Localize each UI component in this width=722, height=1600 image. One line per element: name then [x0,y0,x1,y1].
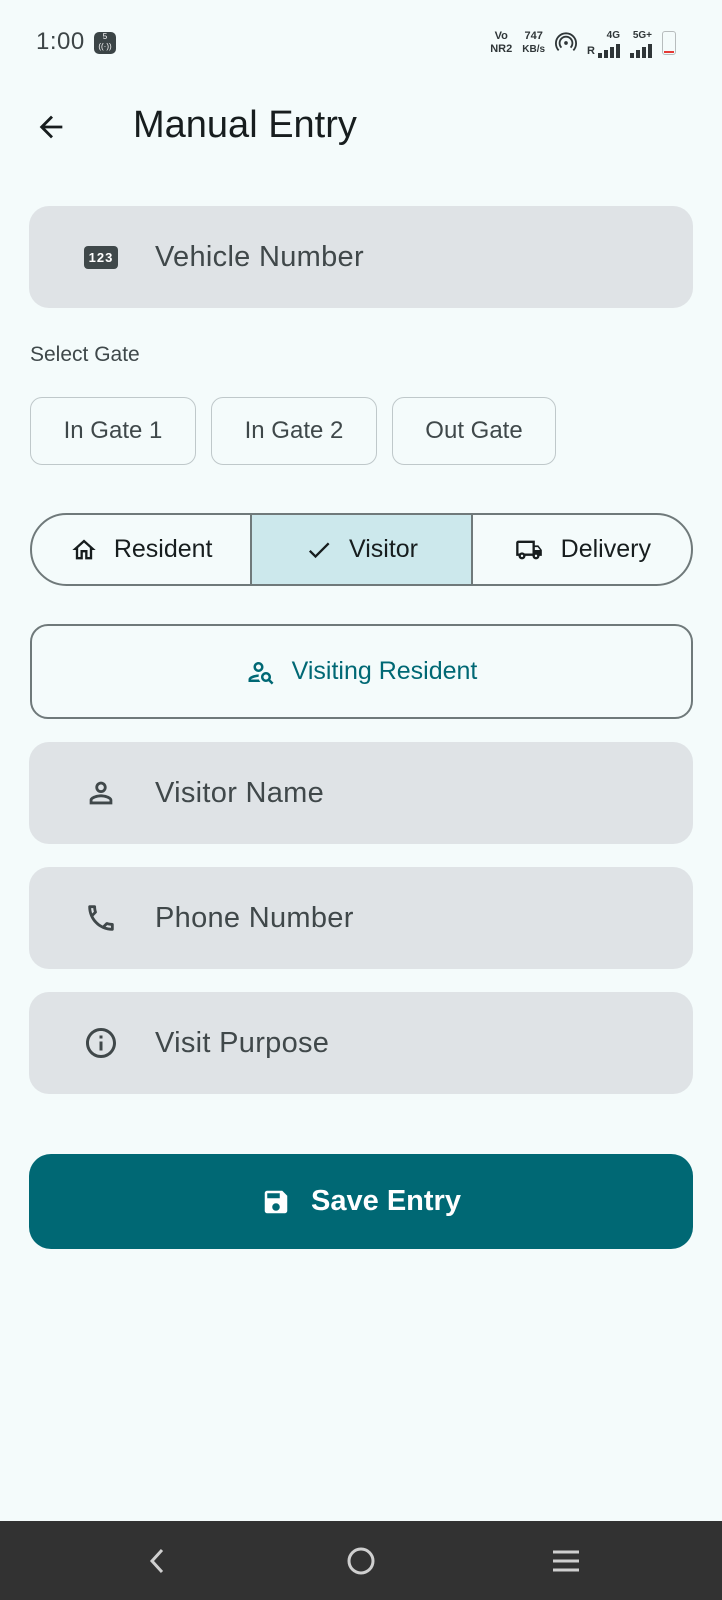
network-speed: 747 KB/s [522,30,545,56]
vehicle-number-field[interactable]: 123 Vehicle Number [29,206,693,308]
save-entry-label: Save Entry [311,1185,461,1217]
nav-back-button[interactable] [137,1541,177,1581]
save-icon [264,1190,288,1213]
nav-home-icon [347,1547,375,1575]
segment-visitor-label: Visitor [348,535,418,563]
signal-bars-2-icon [630,42,652,58]
phone-number-field[interactable]: Phone Number [29,867,693,969]
roaming-indicator: R [587,44,595,57]
person-icon [83,775,119,811]
network-type-1: 4G [606,29,620,41]
nav-menu-button[interactable] [546,1541,586,1581]
entry-type-selector: Resident Visitor Delivery [30,513,693,586]
save-entry-button[interactable]: Save Entry [29,1154,693,1249]
phone-number-label: Phone Number [155,901,354,934]
numbers-icon-text: 123 [83,245,119,269]
app-bar: Manual Entry [0,90,722,160]
nav-menu-icon [553,1550,579,1572]
signal-bars-1-icon [598,42,620,58]
segment-delivery-label: Delivery [560,535,651,563]
gate-chip-in-gate-1[interactable]: In Gate 1 [30,397,196,465]
signal-1: R 4G [587,29,620,58]
battery-icon [662,31,676,55]
visitor-name-label: Visitor Name [155,776,325,809]
segment-resident[interactable]: Resident [32,515,250,584]
segment-resident-label: Resident [113,535,213,563]
nav-back-icon [149,1548,164,1574]
segment-delivery[interactable]: Delivery [470,515,691,584]
visit-purpose-field[interactable]: Visit Purpose [29,992,693,1094]
status-bar: 1:00 5 ((·)) Vo NR2 747 KB/s R 4G 5G+ [0,0,722,80]
arrow-back-icon [39,115,63,139]
speed-unit: KB/s [522,44,546,55]
signal-2: 5G+ [630,29,652,58]
speed-value: 747 [524,30,543,42]
segment-visitor[interactable]: Visitor [250,515,471,584]
notification-badge-count: 5 [102,32,108,41]
back-button[interactable] [26,102,76,152]
person-search-icon [248,661,274,684]
status-icons: Vo NR2 747 KB/s R 4G 5G+ [490,28,676,58]
check-icon [308,542,330,558]
phone-icon [83,900,119,936]
vehicle-number-label: Vehicle Number [155,240,364,273]
visit-purpose-label: Visit Purpose [155,1026,330,1059]
gate-chip-out-gate[interactable]: Out Gate [392,397,556,465]
nav-home-button[interactable] [341,1541,381,1581]
home-icon [72,539,96,559]
status-time: 1:00 [36,28,85,55]
notification-badge-icon: 5 ((·)) [94,32,116,54]
hotspot-icon [555,32,578,51]
truck-icon [515,540,542,559]
gate-chip-in-gate-2[interactable]: In Gate 2 [211,397,377,465]
system-navigation-bar [0,1521,722,1600]
numbers-icon: 123 [83,239,119,275]
network-type-2: 5G+ [632,29,652,41]
page-title: Manual Entry [133,104,357,146]
volte-top: Vo [494,30,508,42]
select-gate-label: Select Gate [30,343,140,366]
visiting-resident-label: Visiting Resident [291,657,478,685]
volte-indicator: Vo NR2 [490,30,512,56]
visiting-resident-button[interactable]: Visiting Resident [30,624,693,719]
visitor-name-field[interactable]: Visitor Name [29,742,693,844]
info-icon [83,1025,119,1061]
volte-bottom: NR2 [490,43,513,55]
